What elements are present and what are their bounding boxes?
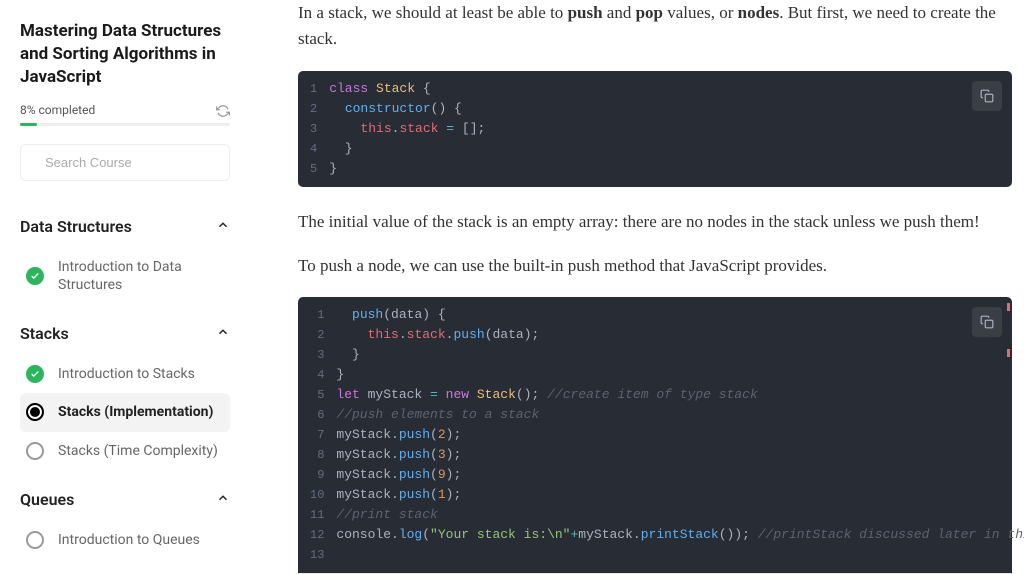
sidebar-item[interactable]: Introduction to Stacks [20, 355, 230, 393]
copy-icon[interactable] [972, 307, 1002, 337]
check-icon [26, 365, 44, 383]
copy-icon[interactable] [972, 81, 1002, 111]
chevron-up-icon [216, 217, 230, 236]
sidebar-item[interactable]: Stacks (Time Complexity) [20, 432, 230, 470]
sidebar-item-label: Stacks (Time Complexity) [58, 442, 218, 460]
error-marker [1007, 303, 1010, 311]
chevron-up-icon [216, 490, 230, 509]
sidebar-item[interactable]: Introduction to Queues [20, 521, 230, 559]
sidebar-item-label: Introduction to Queues [58, 531, 200, 549]
section-header[interactable]: Queues [20, 478, 230, 521]
status-marker [26, 403, 44, 421]
sidebar-item[interactable]: Stacks (Implementation) [20, 393, 230, 431]
paragraph: To push a node, we can use the built-in … [298, 253, 1012, 279]
paragraph: In a stack, we should at least be able t… [298, 0, 1012, 53]
status-marker [26, 531, 44, 549]
sidebar-item-label: Stacks (Implementation) [58, 403, 213, 421]
section-header[interactable]: Data Structures [20, 205, 230, 248]
search-input[interactable] [45, 155, 221, 170]
check-icon [26, 267, 44, 285]
sidebar: Mastering Data Structures and Sorting Al… [0, 0, 250, 574]
chevron-up-icon [216, 324, 230, 343]
section-title: Queues [20, 490, 74, 509]
progress-bar [20, 123, 230, 126]
section-header[interactable]: Stacks [20, 312, 230, 355]
section-title: Stacks [20, 324, 69, 343]
section-title: Data Structures [20, 217, 132, 236]
code-block-2: 12345678910111213 push(data) { this.stac… [298, 297, 1012, 574]
sidebar-item[interactable]: Introduction to Data Structures [20, 248, 230, 304]
course-title: Mastering Data Structures and Sorting Al… [20, 20, 230, 89]
lesson-content: In a stack, we should at least be able t… [250, 0, 1024, 574]
code-block-1: 12345class Stack { constructor() { this.… [298, 71, 1012, 187]
refresh-icon[interactable] [216, 103, 230, 117]
search-box[interactable] [20, 144, 230, 181]
progress-text: 8% completed [20, 103, 95, 117]
sidebar-item-label: Introduction to Data Structures [58, 258, 224, 294]
status-marker [26, 442, 44, 460]
sidebar-item-label: Introduction to Stacks [58, 365, 195, 383]
paragraph: The initial value of the stack is an emp… [298, 209, 1012, 235]
progress-fill [20, 123, 37, 126]
